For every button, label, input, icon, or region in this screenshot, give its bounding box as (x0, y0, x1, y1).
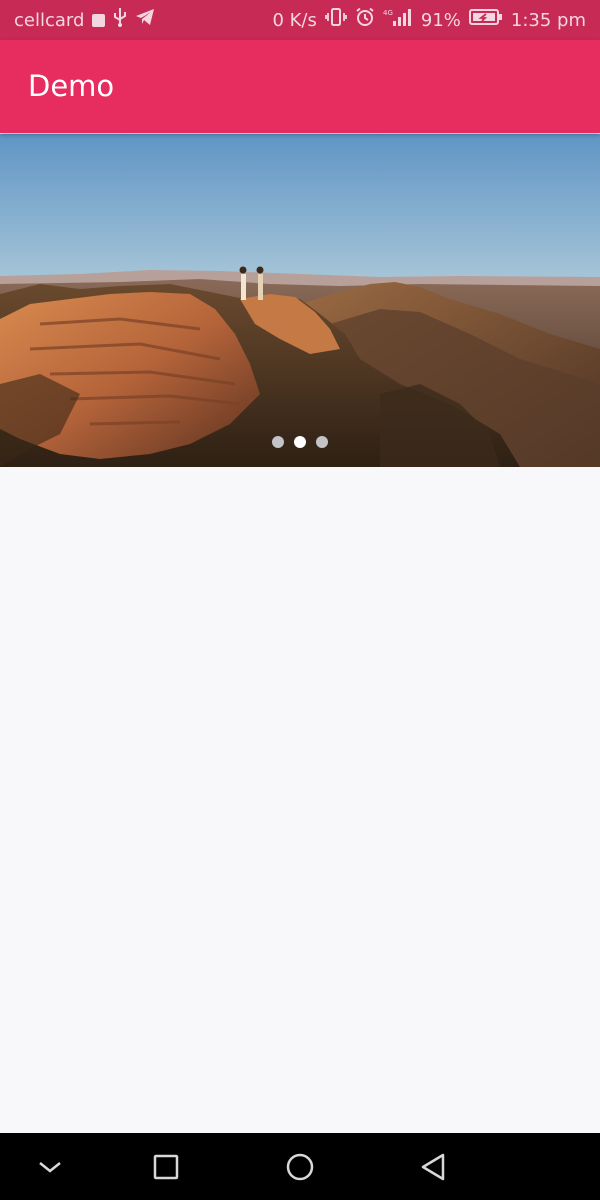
signal-icon: 4G (383, 7, 413, 34)
usb-icon (113, 7, 127, 34)
carousel-dot[interactable] (316, 436, 328, 448)
battery-charging-icon (468, 8, 503, 33)
carousel-image[interactable] (0, 134, 600, 467)
network-speed: 0 K/s (272, 9, 317, 31)
content-area (0, 467, 600, 1133)
recents-button[interactable] (146, 1149, 186, 1185)
collapse-icon (39, 1162, 61, 1173)
status-right: 0 K/s 4G 91% 1:35 pm (272, 7, 586, 34)
telegram-icon (135, 8, 155, 33)
carousel-dot[interactable] (272, 436, 284, 448)
carrier-label: cellcard (14, 9, 85, 31)
home-button[interactable] (280, 1149, 320, 1185)
navigation-bar (0, 1133, 600, 1200)
recents-icon (153, 1154, 179, 1180)
svg-text:4G: 4G (383, 9, 393, 17)
clock: 1:35 pm (510, 9, 586, 31)
battery-percent: 91% (420, 9, 461, 31)
app-title: Demo (28, 69, 115, 103)
vibrate-icon (324, 7, 347, 34)
back-icon (421, 1153, 445, 1181)
carousel-dot-active[interactable] (294, 436, 306, 448)
back-button[interactable] (413, 1149, 453, 1185)
alarm-icon (355, 7, 375, 34)
status-bar: cellcard 0 K/s 4G 91% 1:35 pm (0, 0, 600, 40)
collapse-button[interactable] (30, 1149, 70, 1185)
app-bar: Demo (0, 40, 600, 133)
status-left: cellcard (14, 7, 155, 34)
home-icon (286, 1153, 314, 1181)
carousel-indicator (0, 436, 600, 450)
image-carousel[interactable] (0, 134, 600, 467)
stop-icon (92, 13, 106, 27)
